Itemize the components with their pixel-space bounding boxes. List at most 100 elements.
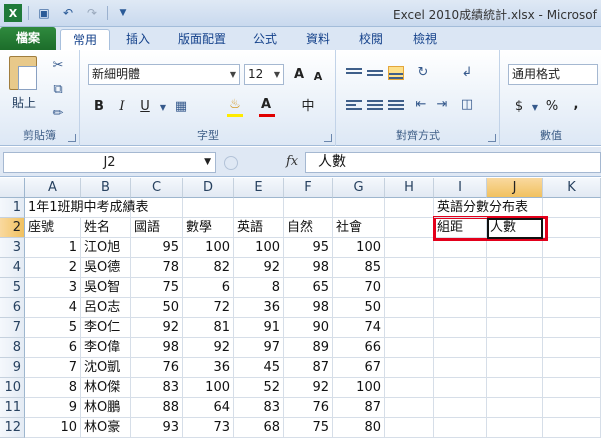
worksheet-grid[interactable]: A B C D E F G H I J K 1 1年1班期中考成績表 英語分數分布表 2 座號 姓名 國語 數學 英語… bbox=[0, 178, 601, 447]
row-header-1[interactable]: 1 bbox=[0, 198, 25, 218]
cell-a9[interactable]: 7 bbox=[25, 358, 81, 378]
font-launcher-icon[interactable] bbox=[324, 134, 332, 142]
row-header-4[interactable]: 4 bbox=[0, 258, 25, 278]
cell-f7[interactable]: 90 bbox=[284, 318, 333, 338]
cell-i2[interactable]: 組距 bbox=[434, 218, 487, 238]
chevron-down-icon[interactable]: ▼ bbox=[204, 153, 211, 172]
cell-e9[interactable]: 45 bbox=[234, 358, 284, 378]
cell-a5[interactable]: 3 bbox=[25, 278, 81, 298]
cell-e7[interactable]: 91 bbox=[234, 318, 284, 338]
column-header-h[interactable]: H bbox=[385, 178, 434, 198]
align-bottom-icon[interactable] bbox=[388, 66, 404, 80]
copy-icon[interactable]: ⧉ bbox=[50, 82, 66, 98]
cell-k10[interactable] bbox=[543, 378, 601, 398]
cell-b6[interactable]: 呂O志 bbox=[81, 298, 131, 318]
cell-i10[interactable] bbox=[434, 378, 487, 398]
alignment-launcher-icon[interactable] bbox=[488, 134, 496, 142]
cell-g11[interactable]: 87 bbox=[333, 398, 385, 418]
cell-k5[interactable] bbox=[543, 278, 601, 298]
cell-d9[interactable]: 36 bbox=[183, 358, 234, 378]
column-header-k[interactable]: K bbox=[543, 178, 601, 198]
cell-i4[interactable] bbox=[434, 258, 487, 278]
column-header-a[interactable]: A bbox=[25, 178, 81, 198]
cell-j6[interactable] bbox=[487, 298, 543, 318]
column-header-e[interactable]: E bbox=[234, 178, 284, 198]
undo-icon[interactable]: ↶ bbox=[59, 4, 77, 22]
cell-a8[interactable]: 6 bbox=[25, 338, 81, 358]
cell-b10[interactable]: 林O傑 bbox=[81, 378, 131, 398]
cell-k4[interactable] bbox=[543, 258, 601, 278]
tab-formulas[interactable]: 公式 bbox=[242, 29, 288, 50]
cell-g7[interactable]: 74 bbox=[333, 318, 385, 338]
cut-icon[interactable]: ✂ bbox=[50, 58, 66, 74]
cell-h9[interactable] bbox=[385, 358, 434, 378]
cell-b8[interactable]: 李O偉 bbox=[81, 338, 131, 358]
decrease-indent-icon[interactable]: ⇤ bbox=[413, 97, 429, 113]
cell-c7[interactable]: 92 bbox=[131, 318, 183, 338]
paste-icon[interactable] bbox=[9, 56, 37, 90]
cell-k8[interactable] bbox=[543, 338, 601, 358]
cell-h7[interactable] bbox=[385, 318, 434, 338]
cell-f4[interactable]: 98 bbox=[284, 258, 333, 278]
cell-i7[interactable] bbox=[434, 318, 487, 338]
align-middle-icon[interactable] bbox=[367, 68, 383, 82]
column-header-j[interactable]: J bbox=[487, 178, 543, 198]
cell-b4[interactable]: 吳O德 bbox=[81, 258, 131, 278]
tab-home[interactable]: 常用 bbox=[60, 29, 110, 50]
cell-e8[interactable]: 97 bbox=[234, 338, 284, 358]
cell-h6[interactable] bbox=[385, 298, 434, 318]
cell-b9[interactable]: 沈O凱 bbox=[81, 358, 131, 378]
column-header-d[interactable]: D bbox=[183, 178, 234, 198]
cell-i11[interactable] bbox=[434, 398, 487, 418]
cell-f1[interactable] bbox=[284, 198, 333, 218]
cell-c5[interactable]: 75 bbox=[131, 278, 183, 298]
row-header-5[interactable]: 5 bbox=[0, 278, 25, 298]
cell-i1[interactable]: 英語分數分布表 bbox=[434, 198, 528, 218]
cell-g6[interactable]: 50 bbox=[333, 298, 385, 318]
cell-h5[interactable] bbox=[385, 278, 434, 298]
cell-e1[interactable] bbox=[234, 198, 284, 218]
name-box[interactable]: J2 ▼ bbox=[3, 152, 216, 173]
cell-j9[interactable] bbox=[487, 358, 543, 378]
bold-button[interactable]: B bbox=[92, 98, 106, 116]
customize-icon[interactable]: ▼ bbox=[114, 4, 132, 22]
column-header-b[interactable]: B bbox=[81, 178, 131, 198]
fill-color-icon[interactable]: ♨ bbox=[227, 97, 243, 113]
cell-i3[interactable] bbox=[434, 238, 487, 258]
cell-g10[interactable]: 100 bbox=[333, 378, 385, 398]
cell-j4[interactable] bbox=[487, 258, 543, 278]
cell-j7[interactable] bbox=[487, 318, 543, 338]
cell-b11[interactable]: 林O鵬 bbox=[81, 398, 131, 418]
cell-h10[interactable] bbox=[385, 378, 434, 398]
align-top-icon[interactable] bbox=[346, 66, 362, 80]
merge-center-icon[interactable]: ◫ bbox=[459, 97, 475, 113]
cell-f10[interactable]: 92 bbox=[284, 378, 333, 398]
currency-button[interactable]: $ bbox=[513, 98, 525, 116]
row-header-12[interactable]: 12 bbox=[0, 418, 25, 438]
cell-h2[interactable] bbox=[385, 218, 434, 238]
cell-f11[interactable]: 76 bbox=[284, 398, 333, 418]
format-painter-icon[interactable]: ✏ bbox=[50, 106, 66, 122]
cell-e2[interactable]: 英語 bbox=[234, 218, 284, 238]
save-icon[interactable]: ▣ bbox=[35, 4, 53, 22]
cell-c4[interactable]: 78 bbox=[131, 258, 183, 278]
cell-e12[interactable]: 68 bbox=[234, 418, 284, 438]
column-header-f[interactable]: F bbox=[284, 178, 333, 198]
cell-h12[interactable] bbox=[385, 418, 434, 438]
tab-insert[interactable]: 插入 bbox=[115, 29, 161, 50]
cell-e6[interactable]: 36 bbox=[234, 298, 284, 318]
excel-icon[interactable]: X bbox=[4, 4, 22, 22]
number-format-combo[interactable]: 通用格式 bbox=[508, 64, 598, 85]
row-header-11[interactable]: 11 bbox=[0, 398, 25, 418]
cell-a1[interactable]: 1年1班期中考成績表 bbox=[25, 198, 149, 218]
cell-g2[interactable]: 社會 bbox=[333, 218, 385, 238]
cell-k11[interactable] bbox=[543, 398, 601, 418]
cell-a7[interactable]: 5 bbox=[25, 318, 81, 338]
cell-g3[interactable]: 100 bbox=[333, 238, 385, 258]
cell-a3[interactable]: 1 bbox=[25, 238, 81, 258]
cell-c9[interactable]: 76 bbox=[131, 358, 183, 378]
shrink-font-button[interactable]: A bbox=[311, 68, 325, 86]
cell-f8[interactable]: 89 bbox=[284, 338, 333, 358]
cell-h4[interactable] bbox=[385, 258, 434, 278]
cell-g4[interactable]: 85 bbox=[333, 258, 385, 278]
